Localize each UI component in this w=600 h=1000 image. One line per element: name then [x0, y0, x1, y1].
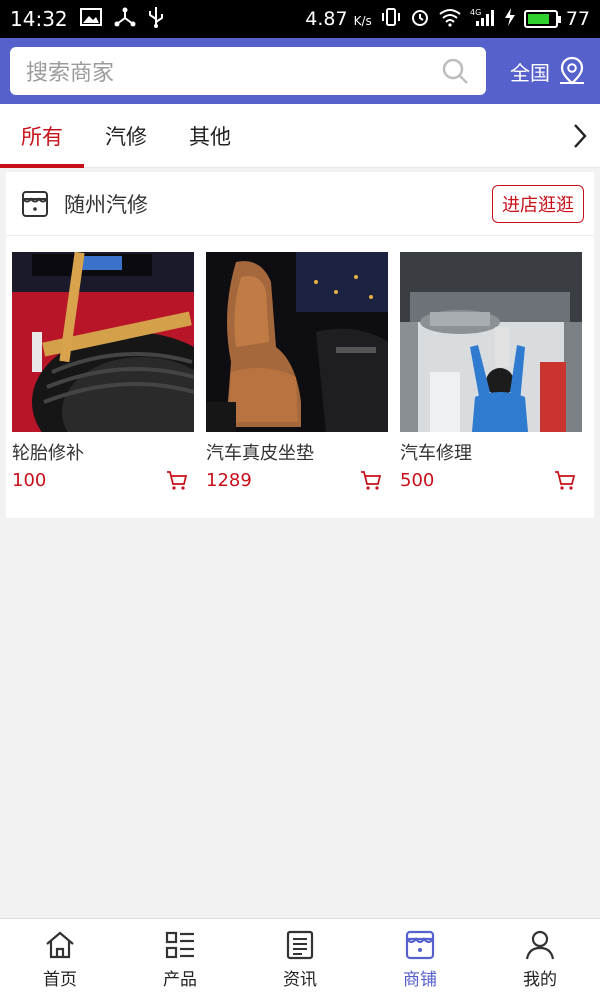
region-label: 全国	[510, 60, 550, 85]
cart-icon[interactable]	[360, 469, 382, 491]
signal-4g-icon: 4G	[470, 7, 496, 32]
product-item[interactable]: 轮胎修补 100	[12, 252, 194, 491]
nav-shops-label: 商铺	[403, 970, 437, 990]
nav-news-label: 资讯	[283, 970, 317, 990]
enter-store-button[interactable]: 进店逛逛	[492, 184, 584, 223]
nav-home-label: 首页	[43, 970, 77, 990]
product-image-repair[interactable]	[400, 252, 582, 432]
nav-shops[interactable]: 商铺	[360, 919, 480, 1000]
share-icon	[114, 7, 136, 32]
news-icon	[286, 930, 314, 960]
battery-level: 77	[565, 8, 590, 30]
nav-news[interactable]: 资讯	[240, 919, 360, 1000]
list-grid-icon	[165, 931, 194, 959]
cart-icon[interactable]	[554, 469, 576, 491]
network-speed: 4.87 K/s	[305, 8, 372, 30]
cart-icon[interactable]	[166, 469, 188, 491]
product-image-seat[interactable]	[206, 252, 388, 432]
product-name: 汽车真皮坐垫	[206, 443, 314, 464]
tab-all[interactable]: 所有	[0, 104, 84, 168]
battery-icon	[523, 10, 561, 28]
product-item[interactable]: 汽车真皮坐垫 1289	[206, 252, 388, 491]
product-name: 汽车修理	[400, 443, 472, 464]
product-name: 轮胎修补	[12, 443, 84, 464]
home-icon	[46, 931, 74, 959]
wifi-icon	[438, 7, 462, 32]
nav-products[interactable]: 产品	[120, 919, 240, 1000]
product-price: 100	[12, 469, 47, 491]
location-pin-icon	[560, 56, 584, 85]
svg-text:4G: 4G	[470, 8, 481, 17]
status-bar: 14:32 4.87 K/s 4G 77	[0, 0, 600, 38]
tab-auto-repair[interactable]: 汽修	[84, 104, 168, 168]
status-time: 14:32	[10, 7, 68, 31]
tab-other[interactable]: 其他	[168, 104, 252, 168]
search-input[interactable]: 搜索商家	[10, 47, 486, 95]
store-name: 随州汽修	[64, 192, 148, 217]
region-selector[interactable]: 全国	[510, 56, 586, 86]
store-icon	[22, 190, 48, 217]
tabs-more-button[interactable]	[560, 121, 600, 151]
search-placeholder: 搜索商家	[26, 61, 115, 86]
user-icon	[525, 930, 555, 960]
product-item[interactable]: 汽车修理 500	[400, 252, 582, 491]
nav-products-label: 产品	[163, 970, 197, 990]
chevron-right-icon	[574, 123, 587, 148]
search-header: 搜索商家 全国	[0, 38, 600, 104]
search-icon[interactable]	[440, 56, 470, 86]
charging-icon	[504, 7, 516, 32]
store-card: 随州汽修 进店逛逛 轮胎修补 100 汽车真皮坐垫 1289 汽车修理 500	[6, 172, 594, 518]
store-header: 随州汽修 进店逛逛	[6, 172, 594, 236]
product-price: 500	[400, 469, 435, 491]
nav-mine[interactable]: 我的	[480, 919, 600, 1000]
alarm-icon	[410, 7, 430, 32]
nav-mine-label: 我的	[523, 970, 557, 990]
bottom-nav: 首页 产品 资讯 商铺 我的	[0, 918, 600, 1000]
nav-home[interactable]: 首页	[0, 919, 120, 1000]
product-list: 轮胎修补 100 汽车真皮坐垫 1289 汽车修理 500	[6, 236, 594, 491]
store-icon	[405, 930, 435, 960]
product-image-tire[interactable]	[12, 252, 194, 432]
image-icon	[79, 7, 102, 31]
usb-icon	[148, 6, 164, 33]
vibrate-icon	[380, 7, 402, 32]
category-tabs: 所有 汽修 其他	[0, 104, 600, 168]
product-price: 1289	[206, 469, 252, 491]
